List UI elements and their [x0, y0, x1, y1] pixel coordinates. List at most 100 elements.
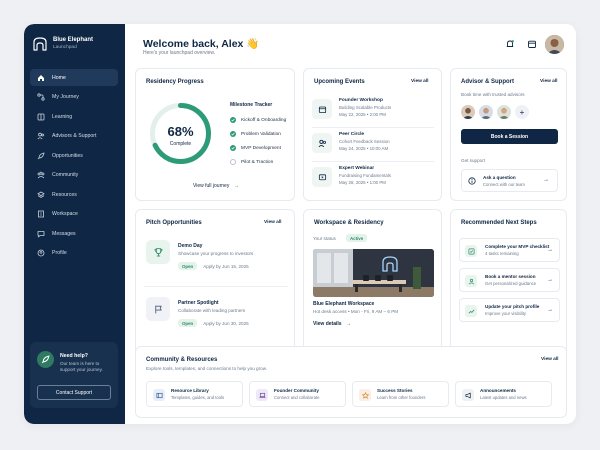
- card-title: Recommended Next Steps: [461, 220, 537, 226]
- laptop-icon: [256, 389, 268, 401]
- next-step-subtitle: 4 tasks remaining: [485, 251, 519, 256]
- view-details-link[interactable]: View details →: [313, 321, 351, 327]
- ask-question-sub: Connect with our team: [483, 182, 525, 187]
- bell-icon[interactable]: [505, 39, 515, 49]
- app-window: Blue Elephant Launchpad Home My Journey …: [24, 24, 576, 424]
- next-step-title: Book a mentor session: [485, 274, 536, 279]
- sidebar-item-messages[interactable]: Messages: [30, 225, 118, 242]
- sidebar-item-label: My Journey: [52, 94, 79, 100]
- sidebar-item-label: Opportunities: [52, 152, 83, 159]
- sidebar-item-opportunities[interactable]: Opportunities: [30, 147, 118, 164]
- status-badge: Open: [178, 262, 198, 270]
- residency-progress-card: Residency Progress 68% Complete Mileston…: [135, 68, 295, 201]
- card-title: Pitch Opportunities: [146, 220, 202, 226]
- event-title: Peer Circle: [339, 132, 365, 137]
- community-view-all-link[interactable]: View all: [541, 357, 559, 362]
- card-title: Community & Resources: [146, 357, 218, 363]
- book-session-button[interactable]: Book a Session: [461, 129, 558, 144]
- rocket-icon: [37, 151, 45, 160]
- community-item-resource-library[interactable]: Resource Library Templates, guides, and …: [146, 381, 243, 407]
- pitch-subtitle: Showcase your progress to investors: [178, 251, 254, 256]
- contact-support-button[interactable]: Contact Support: [37, 385, 111, 400]
- arrow-right-icon: →: [547, 277, 553, 283]
- community-item-title: Founder Community: [274, 388, 319, 393]
- progress-complete-label: Complete: [169, 141, 192, 147]
- next-step-item[interactable]: Update your pitch profile Improve your v…: [459, 298, 560, 322]
- status-badge: Open: [178, 319, 198, 327]
- pitch-view-all-link[interactable]: View all: [264, 220, 282, 225]
- milestone-item: Pilot & Traction: [230, 158, 273, 166]
- community-item-success-stories[interactable]: Success Stories Learn from other founder…: [352, 381, 449, 407]
- sidebar-item-resources[interactable]: Resources: [30, 186, 118, 203]
- community-item-founder-community[interactable]: Founder Community Connect and collaborat…: [249, 381, 346, 407]
- advisors-view-all-link[interactable]: View all: [540, 79, 558, 84]
- sidebar-item-profile[interactable]: Profile: [30, 245, 118, 262]
- sidebar: Blue Elephant Launchpad Home My Journey …: [24, 24, 125, 424]
- add-advisor-button[interactable]: +: [515, 105, 529, 119]
- advisors-subtitle: Book time with trusted advisors: [461, 92, 525, 97]
- user-avatar[interactable]: [545, 35, 564, 54]
- milestone-item: Problem Validation: [230, 130, 281, 138]
- divider: [312, 161, 434, 162]
- elephant-logo-icon: [33, 37, 47, 51]
- next-step-item[interactable]: Complete your MVP checklist 4 tasks rema…: [459, 238, 560, 262]
- milestone-label: Problem Validation: [241, 131, 281, 137]
- info-icon: [468, 177, 476, 185]
- sidebar-item-community[interactable]: Community: [30, 167, 118, 184]
- event-time: May 22, 2025 • 2:00 PM: [339, 112, 386, 117]
- community-item-subtitle: Latest updates and news: [480, 395, 527, 400]
- next-step-item[interactable]: Book a mentor session Get personalized g…: [459, 268, 560, 292]
- trophy-icon: [146, 240, 170, 264]
- divider: [312, 127, 434, 128]
- pitch-subtitle: Collaborate with leading partners: [178, 308, 246, 313]
- sidebar-item-label: Profile: [52, 250, 67, 256]
- milestone-label: Kickoff & Onboarding: [241, 117, 287, 123]
- sidebar-item-advisors[interactable]: Advisors & Support: [30, 128, 118, 145]
- brand[interactable]: Blue Elephant Launchpad: [32, 34, 122, 54]
- pitch-meta: Open Apply by Jun 30, 2025: [178, 319, 249, 327]
- card-title: Residency Progress: [146, 79, 204, 85]
- workspace-residency-card: Workspace & Residency Your status Active: [303, 209, 442, 362]
- brand-sub: Launchpad: [53, 45, 77, 50]
- building-icon: [37, 210, 45, 218]
- advisor-avatar[interactable]: [497, 105, 511, 119]
- community-resources-card: Community & Resources Explore tools, tem…: [135, 346, 567, 418]
- ask-question-title: Ask a question: [483, 175, 516, 180]
- journey-icon: [37, 93, 45, 101]
- divider: [144, 286, 288, 287]
- mentor-icon: [465, 275, 477, 287]
- page-title-text: Welcome back, Alex: [143, 38, 244, 50]
- event-item[interactable]: Expert Webinar Fundraising Fundamentals …: [312, 163, 434, 197]
- ask-question-button[interactable]: Ask a question Connect with our team →: [461, 169, 558, 192]
- sidebar-item-my-journey[interactable]: My Journey: [30, 89, 118, 106]
- help-text: Our team is here to support your journey…: [60, 361, 103, 372]
- advisor-avatar[interactable]: [461, 105, 475, 119]
- view-full-journey-link[interactable]: View full journey →: [193, 183, 239, 189]
- pitch-title: Partner Spotlight: [178, 300, 219, 306]
- sidebar-item-home[interactable]: Home: [30, 69, 118, 86]
- arrow-right-icon: →: [345, 321, 351, 327]
- calendar-icon[interactable]: [527, 39, 537, 49]
- view-details-label: View details: [313, 321, 342, 327]
- next-step-subtitle: Get personalized guidance: [485, 281, 537, 286]
- sidebar-item-label: Resources: [52, 191, 77, 198]
- event-item[interactable]: Founder Workshop Building Scalable Produ…: [312, 95, 434, 129]
- sidebar-nav: Home My Journey Learning Advisors & Supp…: [30, 69, 118, 264]
- event-item[interactable]: Peer Circle Cohort Feedback Session May …: [312, 129, 434, 163]
- pitch-opportunities-card: Pitch Opportunities View all Demo Day Sh…: [135, 209, 295, 362]
- status-label: Your status: [313, 236, 336, 241]
- sidebar-item-learning[interactable]: Learning: [30, 108, 118, 125]
- advisor-avatar[interactable]: [479, 105, 493, 119]
- megaphone-icon: [462, 389, 474, 401]
- sidebar-item-workspace[interactable]: Workspace: [30, 206, 118, 223]
- view-full-journey-label: View full journey: [193, 183, 230, 189]
- events-view-all-link[interactable]: View all: [411, 79, 429, 84]
- event-subtitle: Cohort Feedback Session: [339, 139, 390, 144]
- next-step-subtitle: Improve your visibility: [485, 311, 527, 316]
- plus-icon: +: [519, 107, 525, 117]
- arrow-right-icon: →: [547, 307, 553, 313]
- home-icon: [37, 74, 45, 82]
- checklist-icon: [465, 245, 477, 257]
- community-item-announcements[interactable]: Announcements Latest updates and news: [455, 381, 552, 407]
- user-icon: [37, 249, 45, 257]
